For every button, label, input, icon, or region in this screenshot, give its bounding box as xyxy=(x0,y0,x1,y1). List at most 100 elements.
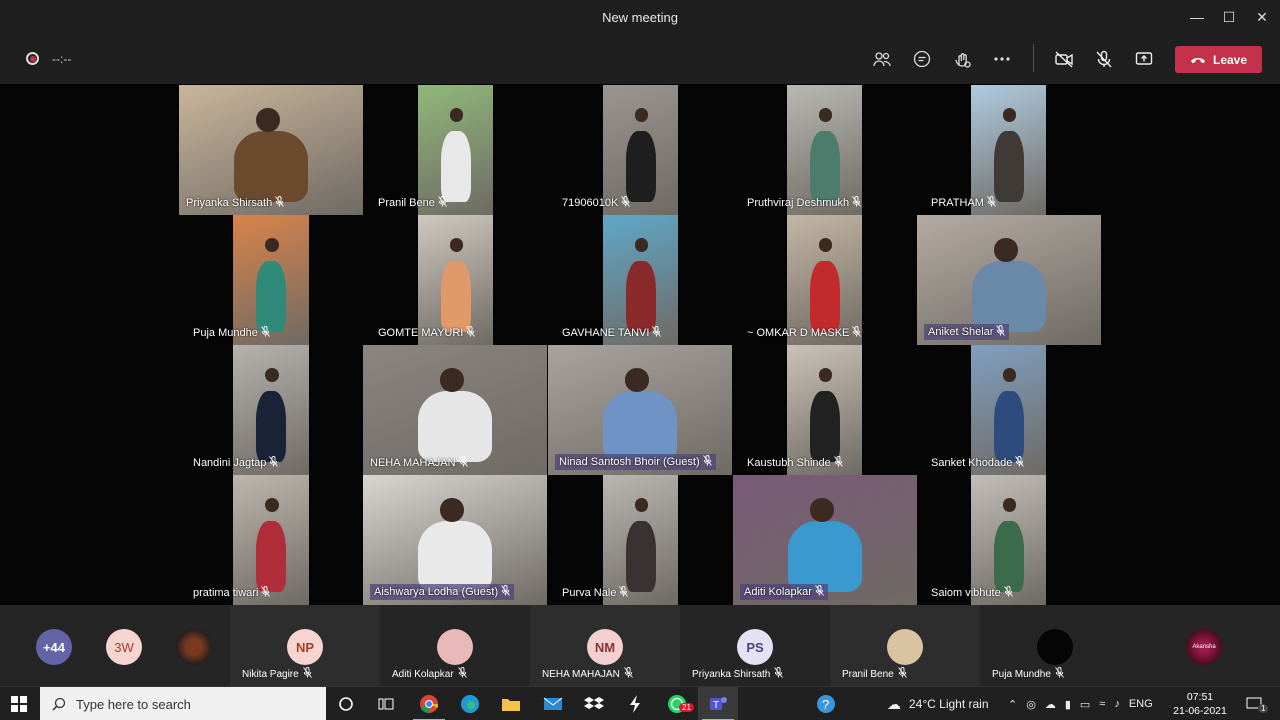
participant-name: Pranil Bene xyxy=(842,668,894,680)
overflow-participants-button[interactable]: +44 xyxy=(36,629,72,665)
participant-video-tile[interactable]: Ninad Santosh Bhoir (Guest) xyxy=(548,345,732,475)
usb-icon[interactable]: ▮ xyxy=(1065,698,1071,711)
clock-time: 07:51 xyxy=(1186,691,1214,703)
person-head xyxy=(264,368,279,383)
participant-name: Puja Mundhe xyxy=(992,668,1051,680)
roster-participant[interactable]: NP Nikita Pagire xyxy=(230,605,380,686)
meeting-timer: --:-- xyxy=(52,52,72,66)
mic-off-icon[interactable] xyxy=(1090,47,1118,71)
participant-name: NEHA MAHAJAN xyxy=(542,668,620,680)
participant-video-tile[interactable]: Aniket Shelar xyxy=(917,215,1101,345)
participant-video-tile[interactable]: Pruthviraj Deshmukh xyxy=(747,85,862,215)
leave-label: Leave xyxy=(1212,52,1248,67)
lightning-app-icon[interactable] xyxy=(615,687,655,720)
search-placeholder: Type here to search xyxy=(76,696,191,712)
person-figure xyxy=(603,390,677,462)
search-icon xyxy=(52,697,66,711)
mic-muted-icon xyxy=(275,196,285,210)
windows-start-icon[interactable] xyxy=(11,696,27,712)
share-screen-icon[interactable] xyxy=(1130,47,1158,71)
avatar-initials: 3W xyxy=(114,639,134,655)
cortana-icon[interactable] xyxy=(326,687,366,720)
people-icon[interactable]: ◎ xyxy=(1026,698,1036,711)
language-indicator[interactable]: ENG xyxy=(1129,698,1153,710)
camera-off-icon[interactable] xyxy=(1050,47,1078,71)
participant-name: Puja Mundhe xyxy=(193,327,258,339)
roster-participant[interactable]: Puja Mundhe xyxy=(980,605,1130,686)
help-icon[interactable]: ? xyxy=(806,687,846,720)
person-head xyxy=(449,238,463,252)
participant-video-tile[interactable]: Aditi Kolapkar xyxy=(733,475,917,605)
more-options-icon[interactable] xyxy=(988,47,1016,71)
participant-video-tile[interactable]: Pranil Bene xyxy=(378,85,493,215)
participant-video-tile[interactable]: 71906010K xyxy=(562,85,678,215)
participants-icon[interactable] xyxy=(868,47,896,71)
mic-muted-icon xyxy=(501,585,510,599)
roster-participant[interactable]: PS Priyanka Shirsath xyxy=(680,605,830,686)
avatar[interactable]: Akansha xyxy=(1186,629,1222,665)
participant-video-tile[interactable]: Saiom vibhute xyxy=(931,475,1046,605)
participant-video-tile[interactable]: Kaustubh Shinde xyxy=(747,345,862,475)
person-figure xyxy=(625,130,656,202)
avatar: PS xyxy=(737,629,773,665)
avatar xyxy=(887,629,923,665)
edge-icon[interactable] xyxy=(450,687,490,720)
participant-name: Saiom vibhute xyxy=(931,587,1001,599)
participant-video-tile[interactable]: Priyanka Shirsath xyxy=(179,85,363,215)
leave-button[interactable]: Leave xyxy=(1175,46,1262,73)
system-tray: ⌃ ◎ ☁ ▮ ▭ ≈ ♪ ENG xyxy=(1008,687,1153,720)
teams-icon[interactable]: T xyxy=(698,687,738,720)
participant-video-tile[interactable]: ~ OMKAR D MASKE xyxy=(747,215,862,345)
reactions-icon[interactable] xyxy=(948,47,976,71)
person-head xyxy=(440,498,464,522)
mic-muted-icon xyxy=(833,456,843,470)
participant-name: Sanket Khodade xyxy=(931,457,1013,469)
mic-muted-icon xyxy=(619,586,629,600)
onedrive-icon[interactable]: ☁ xyxy=(1045,698,1056,711)
participant-name: ~ OMKAR D MASKE xyxy=(747,327,850,339)
participant-name-label: Pranil Bene xyxy=(378,196,447,210)
person-figure xyxy=(788,520,862,592)
person-head xyxy=(810,498,834,522)
avatar: NP xyxy=(287,629,323,665)
clock[interactable]: 07:51 21-06-2021 xyxy=(1170,690,1230,718)
taskbar-search-box[interactable]: Type here to search xyxy=(40,687,326,720)
participant-video-tile[interactable]: GAVHANE TANVI xyxy=(562,215,678,345)
maximize-icon[interactable]: ☐ xyxy=(1212,0,1246,34)
whatsapp-icon[interactable]: 21 xyxy=(657,687,697,720)
person-figure xyxy=(625,260,656,332)
participant-video-tile[interactable]: Purva Nale xyxy=(562,475,678,605)
participant-video-tile[interactable]: pratima tiwari xyxy=(193,475,309,605)
avatar[interactable] xyxy=(176,629,212,665)
roster-participant[interactable]: NM NEHA MAHAJAN xyxy=(530,605,680,686)
volume-icon[interactable]: ♪ xyxy=(1114,698,1120,710)
chat-icon[interactable] xyxy=(908,47,936,71)
participant-video-tile[interactable]: Nandini Jagtap xyxy=(193,345,309,475)
mic-muted-icon xyxy=(1003,586,1013,600)
roster-participant[interactable]: Pranil Bene xyxy=(830,605,980,686)
participant-name: Ninad Santosh Bhoir (Guest) xyxy=(559,456,700,468)
wifi-icon[interactable]: ≈ xyxy=(1099,698,1105,710)
person-figure xyxy=(993,390,1024,462)
dropbox-icon[interactable] xyxy=(574,687,614,720)
weather-widget[interactable]: ☁ 24°C Light rain xyxy=(887,687,989,720)
minimize-icon[interactable]: — xyxy=(1180,0,1214,34)
roster-participant[interactable]: Aditi Kolapkar xyxy=(380,605,530,686)
participant-name-label: Kaustubh Shinde xyxy=(747,456,843,470)
participant-video-tile[interactable]: PRATHAM xyxy=(931,85,1046,215)
battery-icon[interactable]: ▭ xyxy=(1080,698,1090,711)
participant-video-tile[interactable]: Aishwarya Lodha (Guest) xyxy=(363,475,547,605)
file-explorer-icon[interactable] xyxy=(491,687,531,720)
participant-video-tile[interactable]: GOMTE MAYURI xyxy=(378,215,493,345)
close-icon[interactable]: ✕ xyxy=(1245,0,1279,34)
participant-video-tile[interactable]: NEHA MAHAJAN xyxy=(363,345,547,475)
participant-video-tile[interactable]: Puja Mundhe xyxy=(193,215,309,345)
avatar[interactable]: 3W xyxy=(106,629,142,665)
notifications-icon[interactable]: 1 xyxy=(1236,687,1272,720)
participant-video-tile[interactable]: Sanket Khodade xyxy=(931,345,1046,475)
chevron-up-icon[interactable]: ⌃ xyxy=(1008,698,1017,711)
mail-icon[interactable] xyxy=(533,687,573,720)
task-view-icon[interactable] xyxy=(366,687,406,720)
weather-cloud-icon: ☁ xyxy=(887,695,901,712)
chrome-icon[interactable] xyxy=(409,687,449,720)
